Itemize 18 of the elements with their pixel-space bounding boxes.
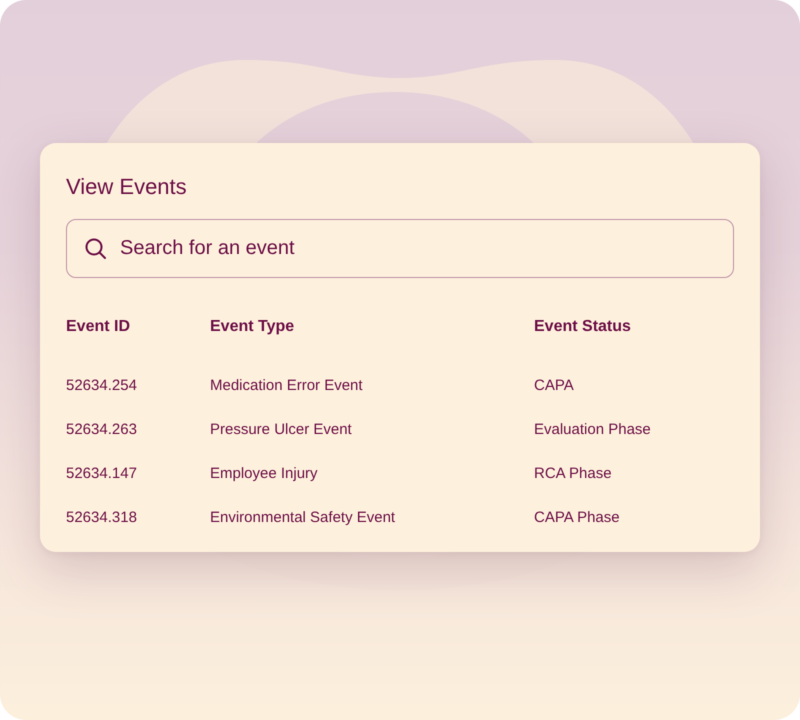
table-cell: 52634.254 (66, 376, 137, 396)
column-header: Event Status (534, 317, 631, 337)
table-cell: 52634.318 (66, 508, 137, 528)
table-cell: 52634.147 (66, 464, 137, 484)
search-field[interactable]: Search for an event (66, 219, 734, 278)
table-cell: 52634.263 (66, 420, 137, 440)
table-cell: Pressure Ulcer Event (210, 420, 352, 440)
card-title: View Events (66, 173, 187, 201)
column-header: Event ID (66, 317, 130, 337)
table-cell: Evaluation Phase (534, 420, 651, 440)
search-icon (85, 238, 106, 259)
table-cell: RCA Phase (534, 464, 612, 484)
table-cell: CAPA (534, 376, 574, 396)
table-cell: Medication Error Event (210, 376, 363, 396)
column-header: Event Type (210, 317, 294, 337)
table-cell: Employee Injury (210, 464, 318, 484)
table-cell: CAPA Phase (534, 508, 620, 528)
table-cell: Environmental Safety Event (210, 508, 396, 528)
